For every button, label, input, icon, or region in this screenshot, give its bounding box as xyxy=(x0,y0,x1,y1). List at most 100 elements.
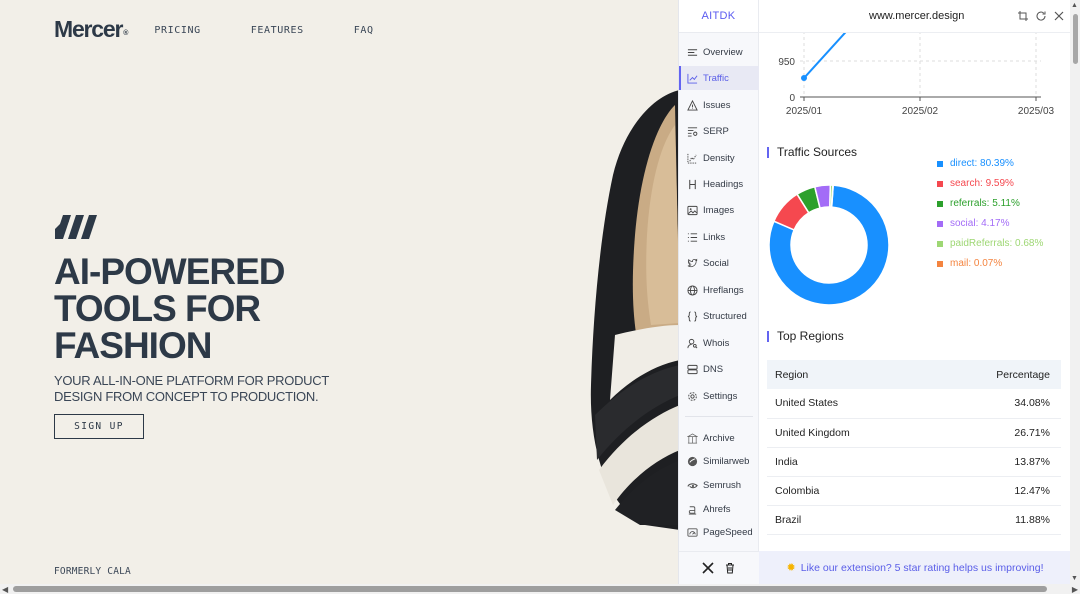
legend-label: paidReferrals: 0.68% xyxy=(950,238,1044,249)
region-column-header[interactable]: Region xyxy=(767,360,931,389)
legend-swatch xyxy=(937,260,943,267)
density-icon xyxy=(687,153,698,164)
sidebar-item-serp[interactable]: SERP xyxy=(679,119,759,143)
sidebar-item-images[interactable]: Images xyxy=(679,198,759,222)
table-row: India 13.87% xyxy=(767,447,1061,477)
sidebar-divider xyxy=(685,416,753,417)
legend-label: search: 9.59% xyxy=(950,178,1014,189)
sidebar-item-social[interactable]: Social xyxy=(679,251,759,275)
trash-icon[interactable] xyxy=(724,562,736,574)
sidebar-item-pagespeed[interactable]: PageSpeed xyxy=(679,520,759,544)
region-cell: United Kingdom xyxy=(767,418,931,448)
nav-pricing-link[interactable]: PRICING xyxy=(154,25,200,36)
refresh-icon[interactable] xyxy=(1035,10,1047,22)
crop-icon[interactable] xyxy=(1017,10,1029,22)
sidebar-item-similarweb[interactable]: Similarweb xyxy=(679,449,759,473)
visits-series-line xyxy=(803,33,847,79)
region-cell: United States xyxy=(767,389,931,419)
x-logo-icon[interactable] xyxy=(702,562,714,574)
brand-slash-icon xyxy=(55,215,97,239)
sidebar-item-links[interactable]: Links xyxy=(679,225,759,249)
scroll-up-icon[interactable]: ▲ xyxy=(1071,2,1078,9)
star-icon: ✹ xyxy=(786,562,796,574)
similarweb-icon xyxy=(687,456,698,466)
table-header-row: Region Percentage xyxy=(767,360,1061,389)
sidebar-item-archive[interactable]: Archive xyxy=(679,426,759,450)
rating-feedback-banner[interactable]: ✹ Like our extension? 5 star rating help… xyxy=(759,551,1071,584)
serp-icon xyxy=(687,126,698,137)
sidebar-item-settings[interactable]: Settings xyxy=(679,384,759,408)
sidebar-item-semrush[interactable]: Semrush xyxy=(679,473,759,497)
shoe-image xyxy=(590,90,680,530)
legend-item-social[interactable]: social: 4.17% xyxy=(937,218,1009,229)
chart-icon xyxy=(687,73,698,84)
sign-up-button[interactable]: SIGN UP xyxy=(54,414,144,439)
sidebar-item-ahrefs[interactable]: Ahrefs xyxy=(679,497,759,521)
list-icon xyxy=(687,48,698,56)
y-tick-label: 0 xyxy=(789,93,795,104)
horizontal-scroll-thumb[interactable] xyxy=(13,586,1047,592)
table-row: Colombia 12.47% xyxy=(767,476,1061,506)
percentage-cell: 11.88% xyxy=(930,505,1061,535)
sidebar-item-dns[interactable]: DNS xyxy=(679,357,759,381)
legend-item-direct[interactable]: direct: 80.39% xyxy=(937,158,1014,169)
sidebar-item-hreflangs[interactable]: Hreflangs xyxy=(679,278,759,302)
aitdk-brand[interactable]: AITDK xyxy=(702,10,736,22)
server-icon xyxy=(687,364,698,374)
x-tick-label: 2025/02 xyxy=(902,106,939,117)
legend-item-referrals[interactable]: referrals: 5.11% xyxy=(937,198,1020,209)
percentage-cell: 12.47% xyxy=(930,476,1061,506)
ahrefs-icon xyxy=(688,505,697,515)
scroll-right-icon[interactable]: ▶ xyxy=(1072,585,1078,594)
legend-swatch xyxy=(937,180,943,187)
heading-icon xyxy=(689,179,696,189)
sidebar-item-issues[interactable]: Issues xyxy=(679,93,759,117)
semrush-icon xyxy=(687,482,698,488)
scroll-left-icon[interactable]: ◀ xyxy=(2,585,8,594)
site-nav: Mercer® PRICING FEATURES FAQ xyxy=(54,16,424,43)
percentage-cell: 26.71% xyxy=(930,418,1061,448)
percentage-column-header[interactable]: Percentage xyxy=(930,360,1061,389)
region-cell: Colombia xyxy=(767,476,931,506)
region-cell: Brazil xyxy=(767,505,931,535)
legend-swatch xyxy=(937,220,943,227)
sidebar-item-overview[interactable]: Overview xyxy=(679,40,759,64)
legend-label: social: 4.17% xyxy=(950,218,1010,229)
legend-item-paidReferrals[interactable]: paidReferrals: 0.68% xyxy=(937,238,1043,249)
sidebar-footer xyxy=(679,551,759,584)
pagespeed-icon xyxy=(687,527,698,537)
traffic-sources-title: Traffic Sources xyxy=(767,146,857,158)
nav-faq-link[interactable]: FAQ xyxy=(354,25,374,36)
globe-icon xyxy=(687,284,698,296)
nav-features-link[interactable]: FEATURES xyxy=(251,25,304,36)
feedback-text[interactable]: Like our extension? 5 star rating helps … xyxy=(801,562,1044,574)
domain-label: www.mercer.design xyxy=(869,10,965,22)
sidebar-item-density[interactable]: Density xyxy=(679,146,759,170)
visits-data-point[interactable] xyxy=(801,75,807,82)
legend-item-search[interactable]: search: 9.59% xyxy=(937,178,1014,189)
hero-title: AI-POWERED TOOLS FOR FASHION xyxy=(54,251,286,366)
image-icon xyxy=(687,205,698,215)
visits-line-chart: 2025/01 2025/02 2025/03 950 0 xyxy=(778,33,1055,117)
scroll-down-icon[interactable]: ▼ xyxy=(1071,575,1078,582)
top-regions-table: Region Percentage United States 34.08% Un… xyxy=(767,360,1061,535)
vertical-scrollbar[interactable]: ▲ ▼ xyxy=(1070,0,1080,584)
sidebar-item-whois[interactable]: Whois xyxy=(679,331,759,355)
region-cell: India xyxy=(767,447,931,477)
x-tick-label: 2025/01 xyxy=(786,106,823,117)
panel-content: 2025/01 2025/02 2025/03 950 0 Traffic Source… xyxy=(759,33,1071,551)
table-row: United Kingdom 26.71% xyxy=(767,418,1061,448)
panel-topbar: www.mercer.design xyxy=(759,0,1080,33)
close-icon[interactable] xyxy=(1053,10,1065,22)
horizontal-scrollbar[interactable]: ◀ ▶ xyxy=(0,584,1080,594)
sidebar-item-traffic[interactable]: Traffic xyxy=(679,66,759,90)
vertical-scroll-thumb[interactable] xyxy=(1073,14,1078,64)
legend-item-mail[interactable]: mail: 0.07% xyxy=(937,258,1002,269)
site-logo[interactable]: Mercer® xyxy=(54,16,128,43)
sidebar-item-structured[interactable]: Structured xyxy=(679,304,759,328)
legend-label: mail: 0.07% xyxy=(950,258,1003,269)
sidebar-item-headings[interactable]: Headings xyxy=(679,172,759,196)
gear-icon xyxy=(688,391,697,401)
legend-swatch xyxy=(937,160,943,167)
legend-label: direct: 80.39% xyxy=(950,158,1014,169)
